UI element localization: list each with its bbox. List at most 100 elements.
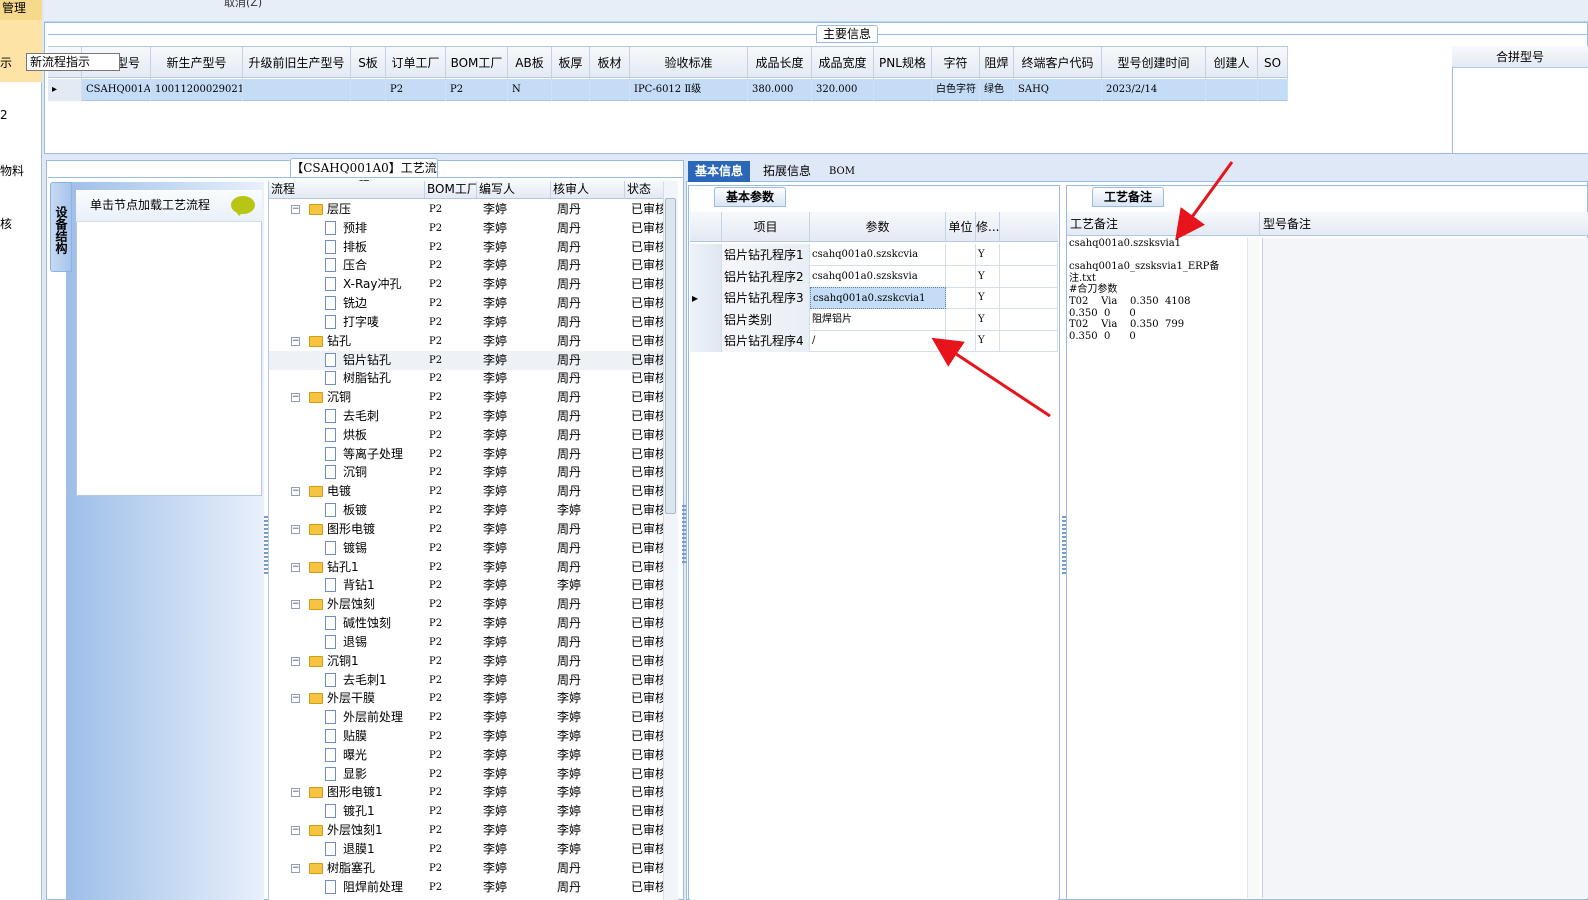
column-header[interactable]: PNL规格 (874, 47, 932, 79)
collapse-icon[interactable]: − (291, 487, 300, 497)
param-row[interactable]: ▸ 铝片钻孔程序3 csahq001a0.szskcvia1 Y (690, 287, 1058, 310)
tree-row[interactable]: 退锡 P2 李婷 周丹 已审核 (269, 633, 669, 652)
tree-row[interactable]: − 外层蚀刻1 P2 李婷 李婷 已审核 (269, 821, 669, 840)
cancel-button[interactable]: 取消(Z) (224, 0, 262, 10)
grid-cell[interactable] (351, 79, 386, 101)
grid-cell[interactable] (552, 79, 590, 101)
param-cell-unit[interactable] (946, 244, 976, 266)
param-cell-item[interactable]: 铝片钻孔程序4 (722, 330, 810, 353)
column-header[interactable]: 终端客户代码 (1014, 47, 1102, 79)
param-cell-param[interactable]: csahq001a0.szskcvia1 (810, 287, 946, 310)
tree-row[interactable]: 阻焊前处理 P2 李婷 周丹 已审核 (269, 878, 669, 897)
column-header-unit[interactable]: 单位 (946, 212, 976, 242)
param-cell-mod[interactable]: Y (976, 265, 1000, 288)
nav-item-review[interactable]: 核 (0, 215, 12, 232)
column-header[interactable]: S板 (351, 47, 386, 79)
collapse-icon[interactable]: − (291, 656, 300, 666)
column-header-modify[interactable]: 修... (976, 212, 1000, 242)
column-header[interactable]: 型号创建时间 (1102, 47, 1206, 79)
tree-row[interactable]: X-Ray冲孔 P2 李婷 周丹 已审核 (269, 275, 669, 294)
model-remark-text[interactable] (1262, 238, 1588, 898)
param-cell-item[interactable]: 铝片钻孔程序2 (722, 265, 810, 288)
tree-column-header[interactable]: BOM工厂 (425, 181, 477, 198)
tree-row[interactable]: 镀锡 P2 李婷 周丹 已审核 (269, 539, 669, 558)
tree-row[interactable]: − 层压 P2 李婷 周丹 已审核 (269, 200, 669, 219)
param-cell-unit[interactable] (946, 308, 976, 331)
tab-basic-info[interactable]: 基本信息 (688, 161, 750, 182)
tree-row[interactable]: 排板 P2 李婷 周丹 已审核 (269, 238, 669, 257)
tree-row[interactable]: 显影 P2 李婷 李婷 已审核 (269, 765, 669, 784)
param-cell-item[interactable]: 铝片钻孔程序3 (722, 287, 810, 310)
tree-column-header[interactable]: 核审人 (551, 181, 625, 198)
collapse-icon[interactable]: − (291, 562, 300, 572)
tree-row[interactable]: 树脂钻孔 P2 李婷 周丹 已审核 (269, 369, 669, 388)
param-cell-param[interactable]: / (810, 330, 946, 353)
tree-row[interactable]: − 图形电镀 P2 李婷 周丹 已审核 (269, 520, 669, 539)
column-header[interactable]: 阻焊 (980, 47, 1014, 79)
column-header[interactable]: SO (1258, 47, 1288, 79)
grid-cell[interactable]: 10011200029021 (151, 79, 243, 101)
column-header[interactable]: 板厚 (552, 47, 590, 79)
param-cell-mod[interactable]: Y (976, 244, 1000, 266)
grid-cell[interactable]: 320.000 (812, 79, 874, 101)
grid-cell[interactable]: IPC-6012 Ⅱ级 (630, 79, 748, 101)
column-header[interactable]: 订单工厂 (386, 47, 446, 79)
tree-row[interactable]: 碱性蚀刻 P2 李婷 周丹 已审核 (269, 614, 669, 633)
param-cell-item[interactable]: 铝片钻孔程序1 (722, 244, 810, 266)
splitter-grip-icon[interactable] (1062, 516, 1066, 576)
collapse-icon[interactable]: − (291, 694, 300, 704)
tree-row[interactable]: 镀孔1 P2 李婷 李婷 已审核 (269, 802, 669, 821)
tree-row[interactable]: 烘板 P2 李婷 周丹 已审核 (269, 426, 669, 445)
tree-row[interactable]: 板镀 P2 李婷 李婷 已审核 (269, 501, 669, 520)
tree-row[interactable]: 去毛刺 P2 李婷 周丹 已审核 (269, 407, 669, 426)
tree-row[interactable]: 曝光 P2 李婷 李婷 已审核 (269, 746, 669, 765)
param-cell-mod[interactable]: Y (976, 308, 1000, 331)
grid-cell[interactable]: 2023/2/14 (1102, 79, 1206, 101)
param-cell-param[interactable]: 阻焊铝片 (810, 308, 946, 331)
remark-scrollbar[interactable] (1247, 238, 1259, 898)
column-header[interactable]: 字符 (932, 47, 980, 79)
tree-row[interactable]: − 钻孔 P2 李婷 周丹 已审核 (269, 332, 669, 351)
param-cell-unit[interactable] (946, 287, 976, 310)
grid-cell[interactable]: 380.000 (748, 79, 812, 101)
collapse-icon[interactable]: − (291, 205, 300, 214)
tree-row[interactable]: 贴膜 P2 李婷 李婷 已审核 (269, 727, 669, 746)
param-cell-unit[interactable] (946, 330, 976, 353)
tree-row[interactable]: 退膜1 P2 李婷 李婷 已审核 (269, 840, 669, 859)
tree-row[interactable]: 铣边 P2 李婷 周丹 已审核 (269, 294, 669, 313)
tree-row[interactable]: − 钻孔1 P2 李婷 周丹 已审核 (269, 558, 669, 577)
param-cell-item[interactable]: 铝片类别 (722, 308, 810, 331)
tree-row[interactable]: 等离子处理 P2 李婷 周丹 已审核 (269, 445, 669, 464)
tree-row[interactable]: − 外层干膜 P2 李婷 李婷 已审核 (269, 689, 669, 708)
splitter-grip-icon[interactable] (682, 505, 686, 565)
tab-bom[interactable]: BOM (824, 161, 860, 182)
grid-cell[interactable]: SAHQ (1014, 79, 1102, 101)
collapse-icon[interactable]: − (291, 863, 300, 873)
grid-cell[interactable]: 白色字符 (932, 79, 980, 101)
process-remark-text[interactable]: csahq001a0.szsksvia1 csahq001a0_szsksvia… (1069, 238, 1247, 898)
column-header[interactable]: 成品长度 (748, 47, 812, 79)
tree-scrollbar-thumb[interactable] (665, 198, 676, 514)
tree-row[interactable]: 压合 P2 李婷 周丹 已审核 (269, 256, 669, 275)
tree-column-header[interactable]: 流程 (269, 181, 425, 198)
collapse-icon[interactable]: − (291, 393, 300, 403)
param-cell-unit[interactable] (946, 265, 976, 288)
tree-row[interactable]: 背钻1 P2 李婷 李婷 已审核 (269, 576, 669, 595)
column-header[interactable]: 成品宽度 (812, 47, 874, 79)
collapse-icon[interactable]: − (291, 524, 300, 534)
column-header[interactable]: 创建人 (1206, 47, 1258, 79)
tree-column-header[interactable]: 状态 (625, 181, 665, 198)
nav-selected-item[interactable] (0, 20, 42, 82)
grid-cell[interactable]: P2 (446, 79, 508, 101)
nav-item-material[interactable]: 物料 (0, 162, 24, 179)
param-cell-mod[interactable]: Y (976, 330, 1000, 353)
tree-column-header[interactable]: 编写人 (477, 181, 551, 198)
param-cell-param[interactable]: csahq001a0.szsksvia (810, 265, 946, 288)
column-header[interactable]: 新生产型号 (151, 47, 243, 79)
column-header-param[interactable]: 参数 (810, 212, 946, 242)
tree-row[interactable]: 去毛刺1 P2 李婷 周丹 已审核 (269, 671, 669, 690)
nav-menu-management[interactable]: 管理 (0, 0, 42, 20)
param-row[interactable]: 铝片钻孔程序1 csahq001a0.szskcvia Y (690, 244, 1058, 266)
collapse-icon[interactable]: − (291, 788, 300, 798)
equipment-structure-tab[interactable]: 设备结构 (50, 182, 72, 272)
